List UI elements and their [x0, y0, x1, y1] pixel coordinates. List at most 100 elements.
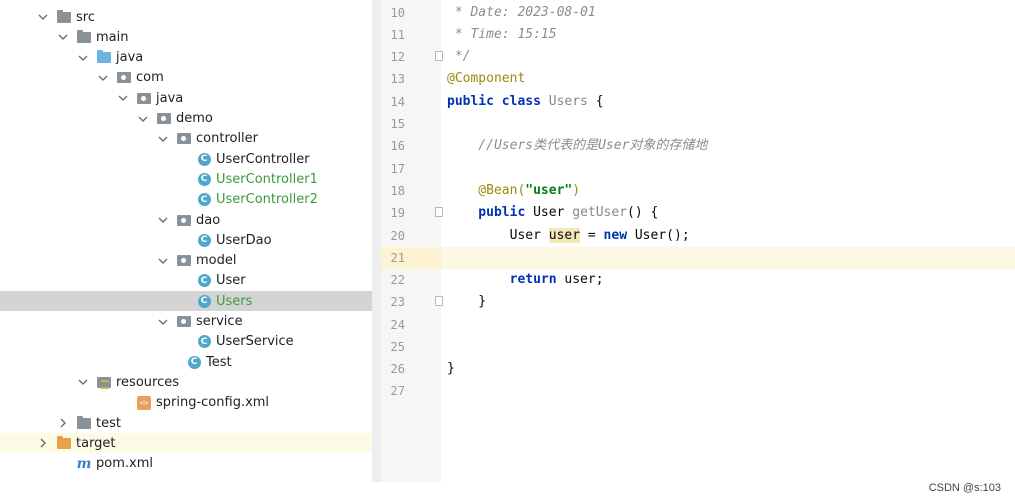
tree-item-usercontroller2[interactable]: C UserController2: [0, 190, 372, 210]
chevron-down-icon[interactable]: [156, 132, 170, 146]
code-line-20[interactable]: User user = new User();: [447, 225, 690, 247]
excluded-folder-icon: [56, 435, 72, 451]
code-line-11[interactable]: * Time: 15:15: [447, 24, 557, 46]
tree-item-userdao[interactable]: C UserDao: [0, 230, 372, 250]
tree-item-src[interactable]: src: [0, 7, 372, 27]
tree-item-label: dao: [196, 212, 221, 228]
tree-item-user[interactable]: C User: [0, 271, 372, 291]
package-icon: [176, 212, 192, 228]
tree-item-label: src: [76, 9, 95, 25]
chevron-down-icon[interactable]: [96, 71, 110, 85]
chevron-down-icon[interactable]: [76, 375, 90, 389]
xml-file-icon: <>: [136, 395, 152, 411]
tree-item-label: User: [216, 273, 246, 289]
tree-item-com[interactable]: com: [0, 68, 372, 88]
tree-item-label: test: [96, 415, 121, 431]
string-literal: "user": [525, 183, 573, 198]
tree-item-java[interactable]: java: [0, 88, 372, 108]
tree-item-usercontroller[interactable]: C UserController: [0, 149, 372, 169]
line-number: 19: [390, 206, 405, 220]
tree-item-label: com: [136, 70, 164, 86]
class-icon: C: [196, 232, 212, 248]
class-name: Users: [548, 94, 588, 109]
keyword: new: [603, 228, 628, 243]
package-icon: [116, 70, 132, 86]
code-line-26[interactable]: }: [447, 358, 455, 380]
code-line-22[interactable]: return user;: [447, 269, 604, 291]
code-text: User();: [627, 228, 690, 243]
line-number: 26: [390, 362, 405, 376]
chevron-down-icon[interactable]: [156, 315, 170, 329]
tree-item-label: UserController2: [216, 192, 318, 208]
package-icon: [136, 90, 152, 106]
chevron-right-icon[interactable]: [56, 416, 70, 430]
tree-item-main[interactable]: main: [0, 27, 372, 47]
chevron-right-icon[interactable]: [36, 436, 50, 450]
keyword: public: [447, 205, 526, 220]
tree-item-demo[interactable]: demo: [0, 109, 372, 129]
chevron-down-icon[interactable]: [156, 213, 170, 227]
code-text: User: [447, 228, 549, 243]
fold-marker-icon[interactable]: [435, 51, 443, 61]
code-text: user;: [556, 272, 604, 287]
class-icon: C: [196, 192, 212, 208]
tree-item-label: UserController1: [216, 171, 318, 187]
keyword: public class: [447, 94, 541, 109]
code-text: =: [580, 228, 604, 243]
chevron-down-icon[interactable]: [136, 112, 150, 126]
return-type: User: [525, 205, 573, 220]
line-number: 27: [390, 384, 405, 398]
method-name: getUser: [572, 205, 628, 220]
tree-item-spring-config-xml[interactable]: <> spring-config.xml: [0, 393, 372, 413]
tree-item-users[interactable]: C Users: [0, 291, 372, 312]
tree-item-java[interactable]: java: [0, 48, 372, 68]
tree-item-label: resources: [116, 374, 180, 390]
code-line-18[interactable]: @Bean("user"): [447, 180, 580, 202]
chevron-down-icon[interactable]: [156, 254, 170, 268]
code-line-13[interactable]: @Component: [447, 68, 525, 90]
project-tree: src main java com java demo controller C UserCon…: [0, 0, 372, 502]
code-line-23[interactable]: }: [447, 291, 486, 313]
annotation: @Bean(: [447, 183, 526, 198]
fold-marker-icon[interactable]: [435, 296, 443, 306]
tree-item-model[interactable]: model: [0, 251, 372, 271]
panel-divider[interactable]: [372, 0, 381, 482]
class-icon: C: [196, 151, 212, 167]
chevron-down-icon[interactable]: [76, 51, 90, 65]
line-number: 12: [390, 50, 405, 64]
tree-item-label: UserService: [216, 334, 294, 350]
tree-item-resources[interactable]: resources: [0, 372, 372, 392]
tree-item-service[interactable]: service: [0, 312, 372, 332]
chevron-down-icon[interactable]: [56, 30, 70, 44]
line-number: 20: [390, 229, 405, 243]
line-number: 23: [390, 295, 405, 309]
line-number: 16: [390, 139, 405, 153]
line-number: 13: [390, 72, 405, 86]
package-icon: [176, 253, 192, 269]
tree-item-target[interactable]: target: [0, 433, 372, 454]
package-icon: [176, 131, 192, 147]
tree-item-dao[interactable]: dao: [0, 210, 372, 230]
code-line-12[interactable]: */: [447, 46, 471, 68]
line-number: 15: [390, 117, 405, 131]
line-number: 22: [390, 273, 405, 287]
line-number: 10: [390, 6, 405, 20]
tree-item-controller[interactable]: controller: [0, 129, 372, 149]
class-icon: C: [196, 293, 212, 309]
tree-item-test[interactable]: C Test: [0, 352, 372, 372]
code-line-10[interactable]: * Date: 2023-08-01: [447, 2, 596, 24]
tree-item-pom-xml[interactable]: m pom.xml: [0, 454, 372, 474]
tree-item-usercontroller1[interactable]: C UserController1: [0, 169, 372, 189]
line-number: 21: [390, 251, 405, 265]
folder-icon: [76, 415, 92, 431]
fold-marker-icon[interactable]: [435, 207, 443, 217]
tree-item-test[interactable]: test: [0, 413, 372, 433]
code-line-16[interactable]: //Users类代表的是User对象的存储地: [447, 135, 707, 157]
code-line-19[interactable]: public User getUser() {: [447, 202, 658, 224]
chevron-down-icon[interactable]: [36, 10, 50, 24]
code-line-14[interactable]: public class Users {: [447, 91, 604, 113]
maven-file-icon: m: [76, 455, 92, 472]
chevron-down-icon[interactable]: [116, 91, 130, 105]
tree-item-userservice[interactable]: C UserService: [0, 332, 372, 352]
tree-item-label: UserController: [216, 151, 310, 167]
